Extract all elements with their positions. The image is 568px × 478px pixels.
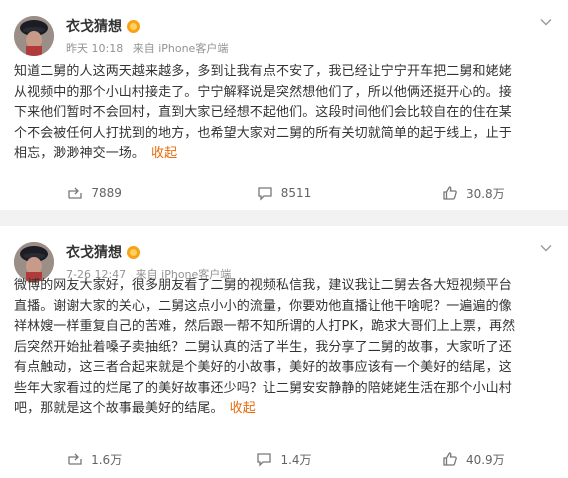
post-content: 微博的网友大家好，很多朋友看了二舅的视频私信我，建议我让二舅去各大短视频平台 直… <box>14 276 554 420</box>
post-text: 微博的网友大家好，很多朋友看了二舅的视频私信我，建议我让二舅去各大短视频平台 直… <box>14 278 516 416</box>
author-name[interactable]: 衣戈猜想 <box>66 242 122 262</box>
post-content: 知道二舅的人这两天越来越多，多到让我有点不安了，我已经让宁宁开车把二舅和姥姥 从… <box>14 62 554 165</box>
post-text: 知道二舅的人这两天越来越多，多到让我有点不安了，我已经让宁宁开车把二舅和姥姥 从… <box>14 64 512 161</box>
repost-icon <box>68 187 83 199</box>
comment-icon <box>258 187 272 201</box>
collapse-link[interactable]: 收起 <box>151 146 177 161</box>
chevron-down-icon[interactable] <box>538 240 554 256</box>
repost-count: 7889 <box>91 186 122 200</box>
like-icon <box>443 452 457 466</box>
vip-badge-icon <box>127 19 140 33</box>
like-button[interactable]: 40.9万 <box>379 446 568 472</box>
repost-icon <box>68 453 82 465</box>
post-meta: 昨天 10:18 来自 iPhone客户端 <box>66 40 234 56</box>
post-source: 来自 iPhone客户端 <box>132 42 229 55</box>
post-separator <box>0 210 568 226</box>
author-name[interactable]: 衣戈猜想 <box>66 16 122 36</box>
chevron-down-icon[interactable] <box>538 14 554 30</box>
comment-count: 8511 <box>280 186 312 200</box>
repost-button[interactable]: 1.6万 <box>0 446 189 472</box>
post-time[interactable]: 昨天 10:18 <box>66 42 123 55</box>
action-bar: 7889 8511 30.8万 <box>0 180 568 206</box>
comment-button[interactable]: 1.4万 <box>189 446 378 472</box>
collapse-link[interactable]: 收起 <box>230 401 256 416</box>
like-icon <box>443 186 457 200</box>
like-count: 40.9万 <box>465 452 505 467</box>
comment-button[interactable]: 8511 <box>189 180 378 206</box>
action-bar: 1.6万 1.4万 40.9万 <box>0 446 568 472</box>
repost-button[interactable]: 7889 <box>0 180 189 206</box>
avatar[interactable] <box>14 16 54 56</box>
author-row: 衣戈猜想 <box>66 16 140 36</box>
like-count: 30.8万 <box>465 186 505 201</box>
author-row: 衣戈猜想 <box>66 242 140 262</box>
comment-icon <box>257 453 272 467</box>
weibo-post: 衣戈猜想 7-26 12:47 来自 iPhone客户端 微博的网友大家好，很多… <box>0 226 568 478</box>
weibo-post: 衣戈猜想 昨天 10:18 来自 iPhone客户端 知道二舅的人这两天越来越多… <box>0 0 568 210</box>
comment-count: 1.4万 <box>280 452 312 467</box>
avatar-image <box>14 16 54 56</box>
vip-badge-icon <box>127 245 140 259</box>
like-button[interactable]: 30.8万 <box>379 180 568 206</box>
repost-count: 1.6万 <box>91 452 123 467</box>
